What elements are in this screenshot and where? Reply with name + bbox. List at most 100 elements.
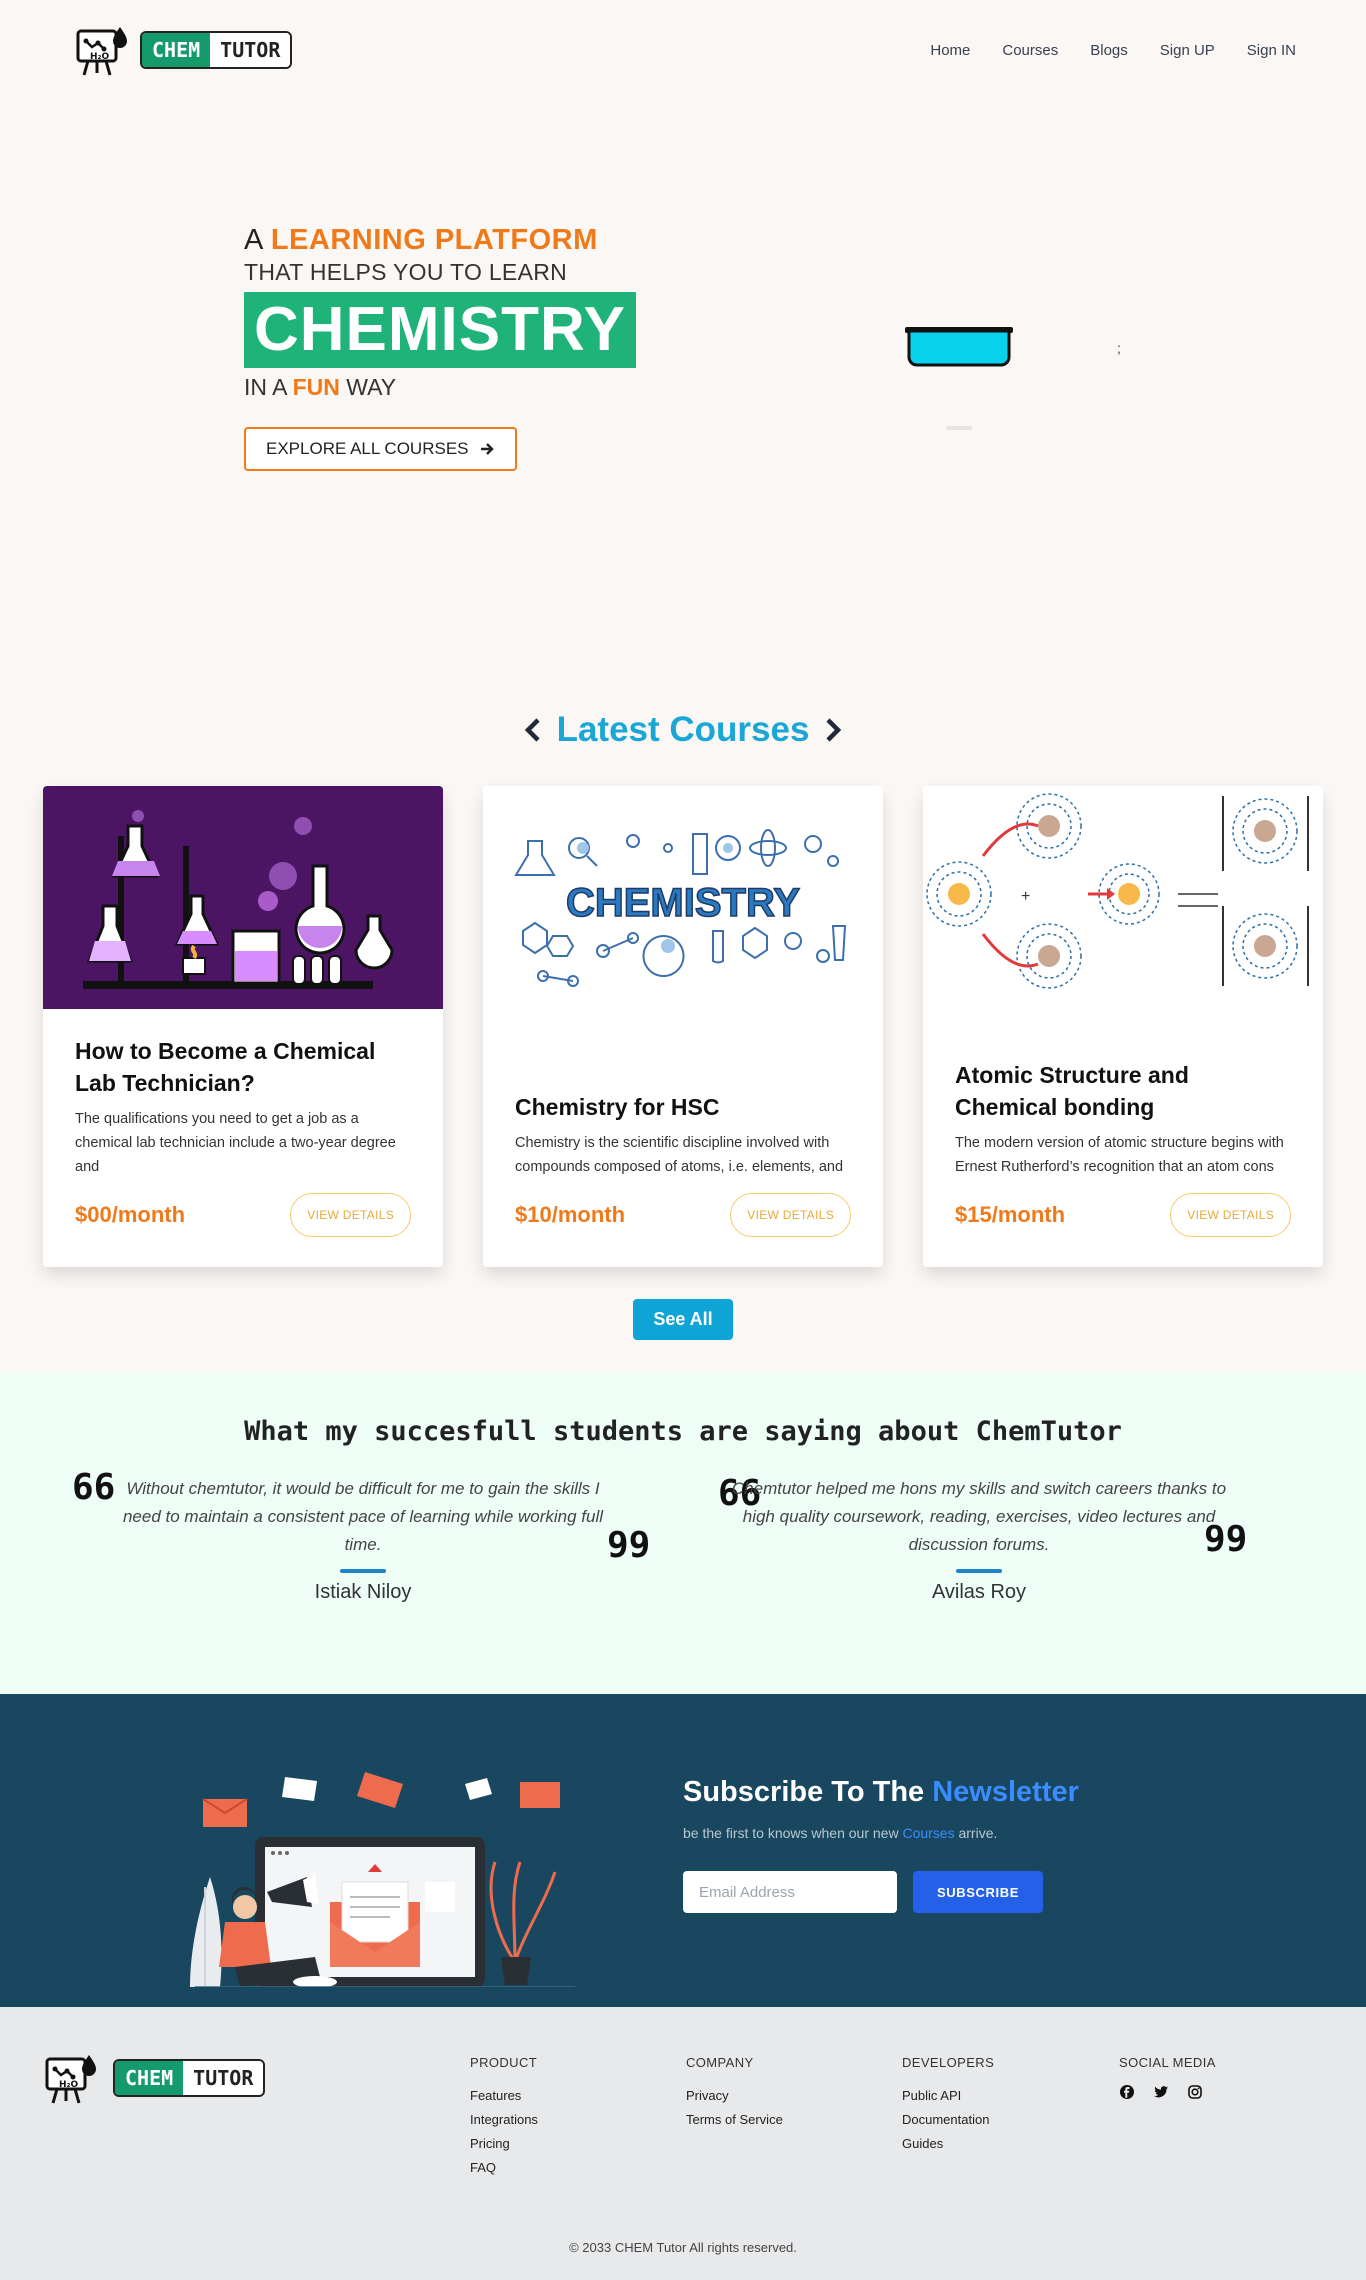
course-card-footer: $15/month VIEW DETAILS bbox=[955, 1193, 1291, 1237]
testimonial-divider bbox=[340, 1569, 386, 1573]
twitter-icon[interactable] bbox=[1153, 2084, 1169, 2100]
hero-line-2: THAT HELPS YOU TO LEARN bbox=[244, 259, 568, 285]
arrow-right-icon bbox=[480, 443, 494, 455]
hero-line-1-accent: LEARNING PLATFORM bbox=[270, 224, 598, 256]
chevron-left-icon[interactable] bbox=[523, 716, 543, 744]
testimonial-author: Avilas Roy bbox=[931, 1581, 1027, 1603]
course-cards: How to Become a Chemical Lab Technician?… bbox=[0, 786, 1366, 1267]
hero-section: A LEARNING PLATFORM THAT HELPS YOU TO LE… bbox=[0, 100, 1366, 560]
nav-links: Home Courses Blogs Sign UP Sign IN bbox=[930, 36, 1296, 65]
instagram-icon[interactable] bbox=[1187, 2084, 1203, 2100]
course-price: $15/month bbox=[955, 1202, 1065, 1228]
brand-wordmark: CHEM TUTOR bbox=[140, 31, 293, 69]
newsletter-sub-suffix: arrive. bbox=[958, 1825, 998, 1841]
footer-link-terms[interactable]: Terms of Service bbox=[686, 2108, 783, 2132]
loading-dash bbox=[946, 426, 972, 430]
footer-link-features[interactable]: Features bbox=[470, 2084, 538, 2108]
price-period: /month bbox=[991, 1202, 1066, 1227]
hero-line-1-prefix: A bbox=[244, 224, 263, 256]
hero-line-3-suffix: WAY bbox=[346, 374, 397, 400]
latest-courses-section: Latest Courses How to Become a Chemical … bbox=[0, 560, 1366, 1372]
course-card-footer: $00/month VIEW DETAILS bbox=[75, 1193, 411, 1237]
course-card-body: How to Become a Chemical Lab Technician?… bbox=[43, 1009, 443, 1267]
view-details-button[interactable]: VIEW DETAILS bbox=[290, 1193, 411, 1237]
see-all-wrapper: See All bbox=[0, 1299, 1366, 1372]
hero-line-3: IN A FUN WAY bbox=[244, 374, 636, 401]
explore-courses-button[interactable]: EXPLORE ALL COURSES bbox=[244, 427, 517, 471]
footer-heading: DEVELOPERS bbox=[902, 2055, 995, 2070]
nav-courses[interactable]: Courses bbox=[1002, 36, 1058, 65]
chevron-right-icon[interactable] bbox=[823, 716, 843, 744]
course-card-body: Chemistry for HSC Chemistry is the scien… bbox=[483, 1023, 883, 1267]
testimonial: Without chemtutor, it would be difficult… bbox=[108, 1475, 618, 1604]
footer-link-public-api[interactable]: Public API bbox=[902, 2084, 994, 2108]
newsletter-title-accent: Newsletter bbox=[932, 1776, 1079, 1808]
price-amount: $00 bbox=[75, 1202, 112, 1227]
nav-sign-in[interactable]: Sign IN bbox=[1247, 36, 1296, 65]
price-period: /month bbox=[111, 1202, 186, 1227]
footer-link-guides[interactable]: Guides bbox=[902, 2132, 994, 2156]
copyright-text: © 2033 CHEM Tutor All rights reserved. bbox=[569, 2240, 797, 2255]
atomic-structure-image: + bbox=[923, 786, 1323, 1023]
course-title: How to Become a Chemical Lab Technician? bbox=[75, 1038, 376, 1096]
hero-big-word: CHEMISTRY bbox=[244, 292, 636, 368]
see-all-button[interactable]: See All bbox=[633, 1299, 733, 1340]
course-card[interactable]: + Atomic Structure and Chemical bonding … bbox=[923, 786, 1323, 1267]
nav-home[interactable]: Home bbox=[930, 36, 970, 65]
hero-text: A LEARNING PLATFORM THAT HELPS YOU TO LE… bbox=[244, 224, 636, 471]
social-icons bbox=[1119, 2084, 1216, 2100]
top-navbar: H₂O CHEM TUTOR Home Courses Blogs Sign U… bbox=[0, 0, 1366, 100]
footer-link-faq[interactable]: FAQ bbox=[470, 2156, 538, 2180]
course-card-body: Atomic Structure and Chemical bonding Th… bbox=[923, 1023, 1323, 1267]
newsletter-section: Subscribe To The Newsletter be the first… bbox=[0, 1694, 1366, 2007]
hero-line-3-prefix: IN A bbox=[244, 374, 287, 400]
courses-heading: Latest Courses bbox=[0, 710, 1366, 750]
footer-heading: COMPANY bbox=[686, 2055, 754, 2070]
chemistry-doodle-image: CHEMISTRY bbox=[483, 786, 883, 1023]
plus-sign: + bbox=[1021, 888, 1030, 905]
footer-heading: SOCIAL MEDIA bbox=[1119, 2055, 1216, 2070]
hero-line-3-accent: FUN bbox=[292, 374, 340, 400]
testimonials-section: What my succesfull students are saying a… bbox=[0, 1372, 1366, 1694]
footer-link-integrations[interactable]: Integrations bbox=[470, 2108, 538, 2132]
view-details-button[interactable]: VIEW DETAILS bbox=[730, 1193, 851, 1237]
hero-line-1: A LEARNING PLATFORM bbox=[244, 224, 636, 257]
subscribe-button[interactable]: SUBSCRIBE bbox=[913, 1871, 1043, 1913]
nav-blogs[interactable]: Blogs bbox=[1090, 36, 1128, 65]
footer-link-pricing[interactable]: Pricing bbox=[470, 2132, 538, 2156]
newsletter-title-prefix: Subscribe To The bbox=[683, 1776, 925, 1808]
brand-logo[interactable]: H₂O CHEM TUTOR bbox=[74, 21, 293, 79]
view-details-button[interactable]: VIEW DETAILS bbox=[1170, 1193, 1291, 1237]
stray-text: ; bbox=[1117, 340, 1121, 356]
footer-link-privacy[interactable]: Privacy bbox=[686, 2084, 783, 2108]
site-footer: H₂O CHEM TUTOR PRODUCT Features Integrat… bbox=[0, 2007, 1366, 2280]
nav-sign-up[interactable]: Sign UP bbox=[1160, 36, 1215, 65]
testimonial-text: Without chemtutor, it would be difficult… bbox=[122, 1479, 604, 1554]
testimonials-grid: 66 Without chemtutor, it would be diffic… bbox=[0, 1447, 1366, 1647]
footer-link-documentation[interactable]: Documentation bbox=[902, 2108, 994, 2132]
course-card[interactable]: How to Become a Chemical Lab Technician?… bbox=[43, 786, 443, 1267]
testimonial: Chemtutor helped me hons my skills and s… bbox=[724, 1475, 1234, 1604]
footer-column-social: SOCIAL MEDIA bbox=[1119, 2055, 1216, 2100]
price-amount: $15 bbox=[955, 1202, 992, 1227]
testimonial-text: Chemtutor helped me hons my skills and s… bbox=[731, 1479, 1227, 1554]
explore-courses-label: EXPLORE ALL COURSES bbox=[266, 439, 469, 458]
newsletter-illustration bbox=[190, 1772, 575, 1987]
close-quote-icon: 99 bbox=[607, 1525, 651, 1566]
facebook-icon[interactable] bbox=[1119, 2084, 1135, 2100]
testimonial-divider bbox=[956, 1569, 1002, 1573]
h2o-flask-icon: H₂O bbox=[76, 27, 127, 76]
testimonials-title: What my succesfull students are saying a… bbox=[244, 1416, 1122, 1447]
newsletter-title: Subscribe To The Newsletter bbox=[683, 1776, 1079, 1809]
course-price: $10/month bbox=[515, 1202, 625, 1228]
footer-column-product: PRODUCT Features Integrations Pricing FA… bbox=[470, 2055, 538, 2180]
email-input[interactable] bbox=[683, 1871, 897, 1913]
course-card[interactable]: CHEMISTRY Chemistry for HSC Chemistry is… bbox=[483, 786, 883, 1267]
lab-equipment-image bbox=[43, 786, 443, 1009]
close-quote-icon: 99 bbox=[1204, 1519, 1248, 1560]
footer-brand[interactable]: H₂O CHEM TUTOR bbox=[43, 2049, 266, 2107]
beaker-illustration bbox=[905, 327, 1013, 367]
brand-right-text: TUTOR bbox=[183, 2061, 264, 2095]
svg-text:H₂O: H₂O bbox=[90, 52, 109, 62]
newsletter-subtitle: be the first to knows when our new Cours… bbox=[683, 1825, 1079, 1841]
